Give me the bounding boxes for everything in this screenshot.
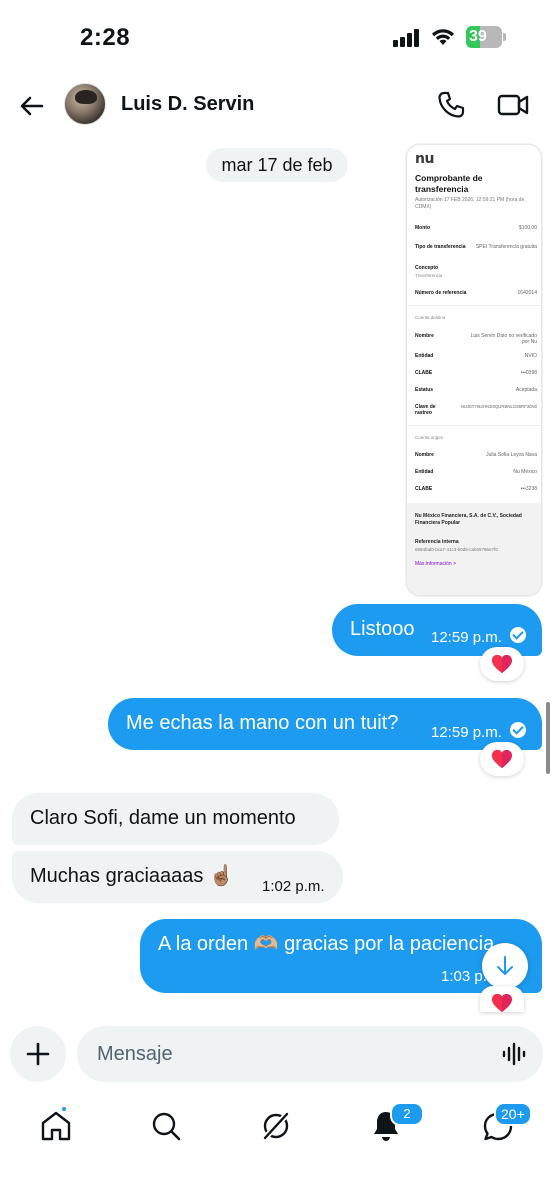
- status-time: 2:28: [80, 24, 131, 51]
- nav-notifications[interactable]: 2: [366, 1102, 424, 1146]
- contact-avatar[interactable]: [64, 83, 106, 125]
- messages-badge: 20+: [494, 1102, 532, 1126]
- message-bubble-outgoing[interactable]: Me echas la mano con un tuit? 12:59 p.m.: [108, 698, 542, 750]
- arrow-down-icon: [497, 956, 513, 975]
- reaction-badge[interactable]: [480, 742, 524, 776]
- message-composer[interactable]: [77, 1026, 543, 1082]
- message-text: Muchas graciaaaas ☝🏽: [30, 865, 234, 887]
- message-input[interactable]: [97, 1026, 487, 1082]
- conversation-header: Luis D. Servin: [0, 78, 554, 134]
- receipt-title: Comprobante de transferencia: [415, 173, 483, 194]
- battery-icon: 39: [466, 26, 506, 48]
- plus-icon: [26, 1042, 50, 1066]
- read-check-icon: [510, 627, 526, 643]
- message-bubble-incoming[interactable]: Claro Sofi, dame un momento: [12, 793, 339, 845]
- heart-icon: [492, 993, 512, 1012]
- nav-grok[interactable]: [256, 1106, 296, 1146]
- contact-name[interactable]: Luis D. Servin: [121, 93, 254, 116]
- scrollbar[interactable]: [546, 702, 550, 774]
- bottom-navigation: 2 20+: [0, 1100, 554, 1160]
- message-time: 1:02 p.m.: [262, 878, 325, 895]
- new-content-dot: [60, 1105, 68, 1113]
- home-icon: [41, 1111, 71, 1141]
- wifi-icon: [432, 29, 454, 45]
- reaction-badge[interactable]: [480, 986, 524, 1012]
- phone-icon[interactable]: [436, 90, 466, 120]
- nu-logo: nu: [415, 151, 434, 167]
- grok-icon: [261, 1110, 291, 1142]
- notifications-badge: 2: [390, 1102, 424, 1126]
- transfer-receipt-image[interactable]: nu Comprobante de transferencia Autoriza…: [406, 144, 542, 596]
- waveform-icon[interactable]: [501, 1042, 527, 1066]
- heart-icon: [492, 749, 512, 769]
- receipt-footer: Nu México Financiera, S.A. de C.V., Soci…: [407, 503, 541, 595]
- nav-home[interactable]: [36, 1105, 76, 1146]
- add-attachment-button[interactable]: [10, 1026, 66, 1082]
- message-text: Claro Sofi, dame un momento: [30, 807, 296, 829]
- message-bubble-incoming[interactable]: Muchas graciaaaas ☝🏽 1:02 p.m.: [12, 851, 343, 903]
- cellular-signal-icon: [393, 29, 419, 47]
- message-time: 1:03 p.: [441, 968, 487, 985]
- read-check-icon: [510, 722, 526, 738]
- receipt-section-label: Cuenta destino: [415, 315, 446, 320]
- date-separator: mar 17 de feb: [206, 148, 348, 182]
- message-text: Listooo: [350, 618, 415, 640]
- message-text: A la orden 🫶🏼 gracias por la paciencia: [158, 933, 495, 955]
- receipt-subtitle: Autorización 17 FEB 2026, 12:59:21 PM (h…: [415, 197, 525, 210]
- battery-level: 39: [469, 28, 487, 45]
- scroll-to-bottom-button[interactable]: [482, 943, 528, 989]
- reaction-badge[interactable]: [480, 647, 524, 681]
- message-text: Me echas la mano con un tuit?: [126, 712, 399, 734]
- receipt-hint: Transferencia: [415, 273, 443, 278]
- status-bar: 2:28 39: [0, 0, 554, 70]
- video-camera-icon[interactable]: [497, 90, 529, 120]
- nav-search[interactable]: [146, 1106, 186, 1146]
- nav-messages[interactable]: 20+: [478, 1102, 532, 1146]
- receipt-section-label: Cuenta origen: [415, 435, 444, 440]
- heart-icon: [492, 654, 512, 674]
- back-arrow-icon[interactable]: [16, 90, 48, 122]
- search-icon: [152, 1112, 181, 1141]
